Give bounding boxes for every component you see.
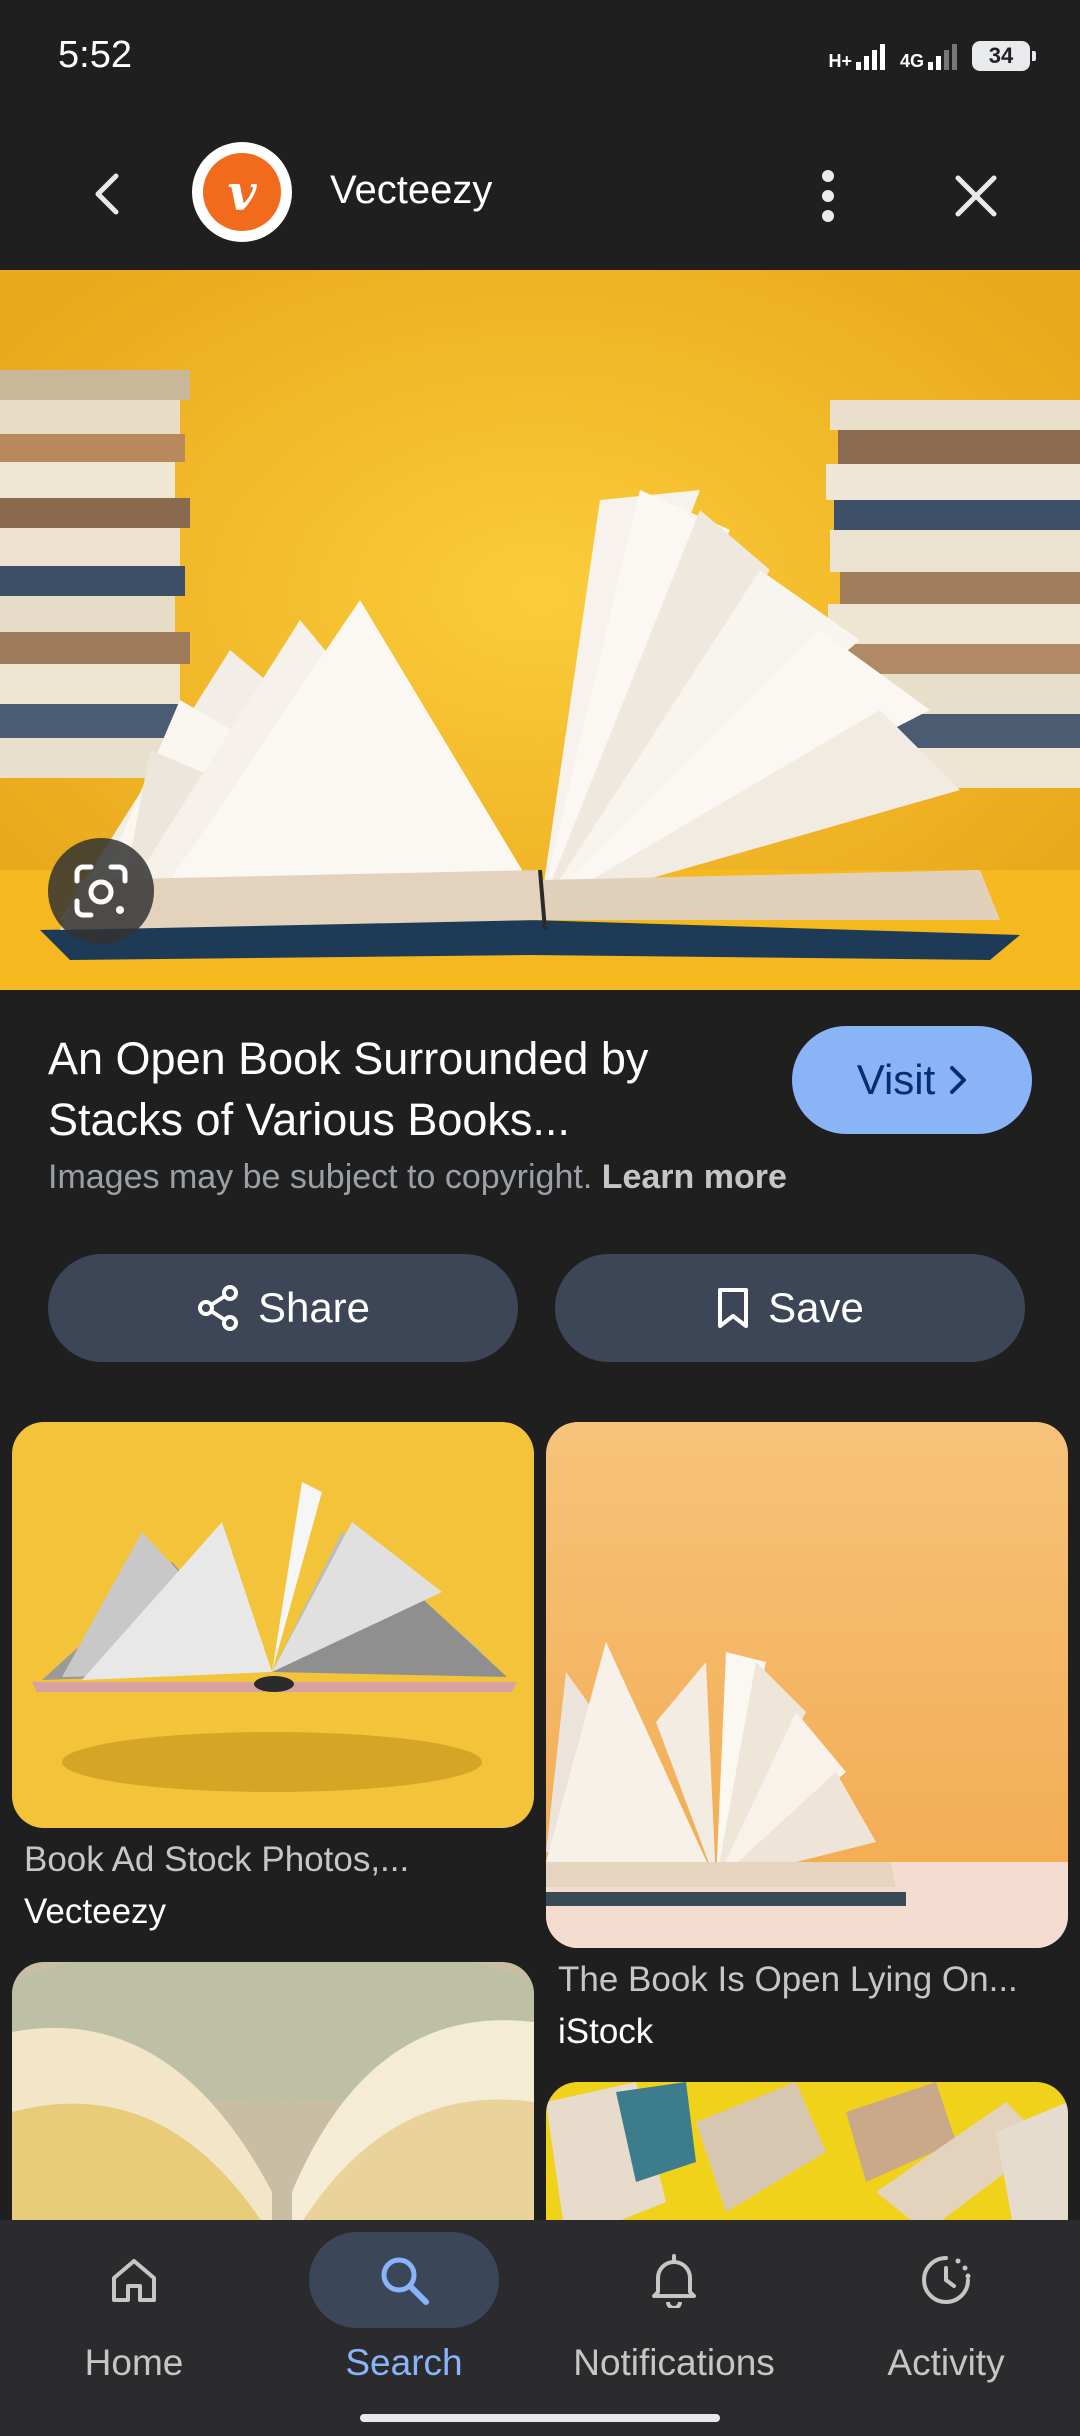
vecteezy-logo-icon: v: [203, 153, 281, 231]
lens-search-button[interactable]: [48, 838, 154, 944]
chevron-right-icon: [950, 1066, 967, 1094]
top-bar: v Vecteezy: [0, 120, 1080, 270]
related-thumbnail: [12, 1962, 534, 2262]
save-button[interactable]: Save: [555, 1254, 1025, 1362]
status-bar: 5:52 H+ 4G 34: [0, 0, 1080, 120]
nav-notifications-label: Notifications: [573, 2342, 775, 2383]
close-button[interactable]: [940, 160, 1012, 232]
nav-activity[interactable]: Activity: [816, 2232, 1076, 2402]
share-icon: [197, 1285, 238, 1331]
home-indicator[interactable]: [360, 2414, 720, 2422]
close-icon: [955, 175, 997, 217]
related-result-card[interactable]: Book Ad Stock Photos,... Vecteezy: [12, 1422, 534, 1942]
more-vert-icon: [822, 170, 834, 222]
search-icon: [381, 2257, 429, 2305]
learn-more-link[interactable]: Learn more: [602, 1158, 787, 1196]
nav-home-pill: [39, 2232, 229, 2328]
related-result-card[interactable]: [546, 2082, 1068, 2242]
share-button[interactable]: Share: [48, 1254, 518, 1362]
network-type-1: H+: [828, 51, 852, 71]
activity-icon: [922, 2256, 971, 2304]
nav-activity-pill: [851, 2232, 1041, 2328]
related-result-card[interactable]: The Book Is Open Lying On... iStock: [546, 1422, 1068, 2062]
back-button[interactable]: [76, 162, 140, 226]
nav-search-pill: [309, 2232, 499, 2328]
battery-icon: 34: [972, 41, 1036, 71]
copyright-text: Images may be subject to copyright.: [48, 1158, 593, 1196]
nav-notifications[interactable]: Notifications: [544, 2232, 804, 2402]
bell-icon: [652, 2254, 696, 2308]
related-result-card[interactable]: [12, 1962, 534, 2262]
google-lens-icon: [74, 864, 128, 918]
signal-h-icon: H+: [828, 42, 886, 70]
nav-search-label: Search: [345, 2342, 463, 2383]
bookmark-icon: [718, 1288, 749, 1328]
nav-home[interactable]: Home: [4, 2232, 264, 2402]
related-thumbnail: [546, 2082, 1068, 2242]
result-info: An Open Book Surrounded by Stacks of Var…: [48, 1028, 728, 1150]
related-caption: The Book Is Open Lying On...: [558, 1960, 1018, 1999]
signal-4g-icon: 4G: [900, 42, 958, 70]
status-time: 5:52: [58, 34, 132, 76]
visit-label: Visit: [856, 1056, 936, 1103]
main-image[interactable]: [0, 270, 1080, 990]
nav-activity-label: Activity: [887, 2342, 1005, 2383]
share-label: Share: [257, 1284, 371, 1331]
site-logo: v: [192, 142, 292, 242]
more-options-button[interactable]: [796, 160, 860, 232]
nav-notifications-pill: [579, 2232, 769, 2328]
related-source: Vecteezy: [24, 1892, 167, 1931]
related-caption: Book Ad Stock Photos,...: [24, 1840, 410, 1879]
related-thumbnail: [12, 1422, 534, 1828]
bottom-navigation: Home Search Notifications Activity: [0, 2220, 1080, 2436]
copyright-notice: Images may be subject to copyright. Lear…: [48, 1158, 787, 1197]
save-label: Save: [768, 1284, 864, 1331]
network-type-2: 4G: [899, 51, 924, 71]
related-source: iStock: [558, 2012, 654, 2051]
related-thumbnail: [546, 1422, 1068, 1948]
visit-button[interactable]: Visit: [792, 1026, 1032, 1134]
status-icons: H+ 4G 34: [828, 34, 1036, 78]
chevron-left-icon: [95, 173, 119, 215]
nav-home-label: Home: [84, 2342, 184, 2383]
home-icon: [112, 2259, 156, 2302]
site-name: Vecteezy: [330, 168, 493, 212]
image-title[interactable]: An Open Book Surrounded by Stacks of Var…: [48, 1028, 728, 1150]
open-book-image: [0, 270, 1080, 990]
nav-search[interactable]: Search: [274, 2232, 534, 2402]
